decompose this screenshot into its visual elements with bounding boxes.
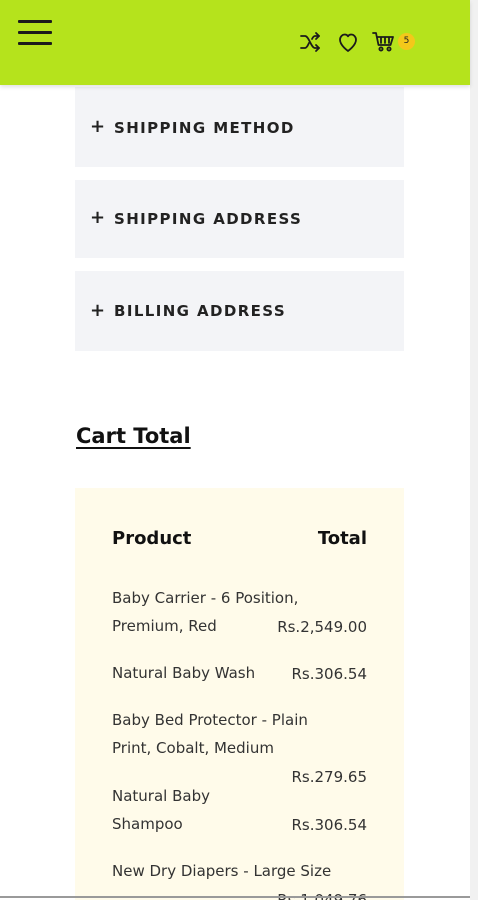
plus-icon: + <box>90 207 106 228</box>
cart-icon[interactable] <box>371 30 397 54</box>
item-price: Rs.2,549.00 <box>277 618 367 636</box>
order-summary-panel: Product Total Baby Carrier - 6 Position,… <box>75 488 404 900</box>
top-app-bar: 5 <box>0 0 470 85</box>
item-name: Natural Baby Shampoo <box>112 787 210 833</box>
item-name: Natural Baby Wash <box>112 664 256 682</box>
product-column-header: Product <box>112 528 192 549</box>
shipping-method-accordion[interactable]: + SHIPPING METHOD <box>75 87 404 167</box>
plus-icon: + <box>90 116 106 137</box>
bottom-divider <box>0 896 470 898</box>
total-column-header: Total <box>317 528 367 549</box>
menu-icon[interactable] <box>18 20 52 46</box>
item-name: Baby Bed Protector - Plain Print, Cobalt… <box>112 711 308 757</box>
billing-address-accordion[interactable]: + BILLING ADDRESS <box>75 271 404 351</box>
item-price: Rs.306.54 <box>291 816 368 834</box>
scrollbar-track[interactable] <box>470 0 478 900</box>
accordion-label: SHIPPING METHOD <box>114 119 295 137</box>
cart-total-heading: Cart Total <box>76 424 191 448</box>
item-name: New Dry Diapers - Large Size <box>112 862 332 880</box>
shipping-address-accordion[interactable]: + SHIPPING ADDRESS <box>75 180 404 258</box>
cart-count-badge: 5 <box>398 33 415 50</box>
shuffle-icon[interactable] <box>298 30 324 54</box>
accordion-label: SHIPPING ADDRESS <box>114 210 303 228</box>
item-price: Rs.279.65 <box>291 768 368 786</box>
plus-icon: + <box>90 300 106 321</box>
item-price: Rs.306.54 <box>291 665 368 683</box>
heart-icon[interactable] <box>335 30 361 54</box>
accordion-label: BILLING ADDRESS <box>114 302 287 320</box>
